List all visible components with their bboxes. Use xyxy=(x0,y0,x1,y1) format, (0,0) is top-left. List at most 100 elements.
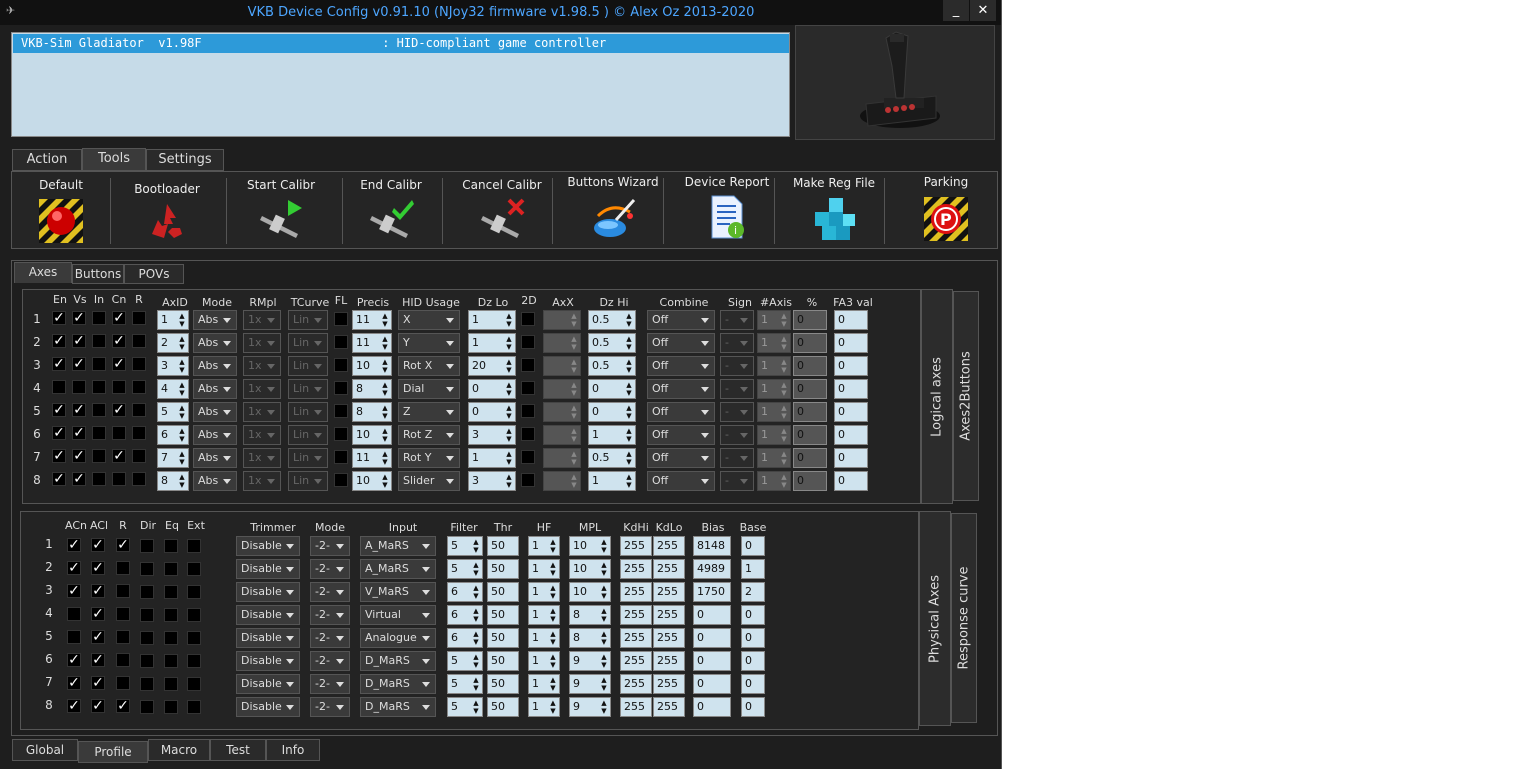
filter-spinner[interactable]: 5 ▲ ▼ xyxy=(447,674,483,694)
spinner-arrows-icon[interactable]: ▲ ▼ xyxy=(625,312,633,328)
axx-spinner[interactable]: ▲ ▼ xyxy=(543,425,581,445)
mode-phys-dropdown[interactable]: -2- xyxy=(310,674,350,694)
ext-checkbox[interactable] xyxy=(187,654,201,668)
spinner-arrows-icon[interactable]: ▲ ▼ xyxy=(178,427,186,443)
checkbox-cn[interactable]: ✓ xyxy=(112,311,126,325)
spinner-arrows-icon[interactable]: ▲ ▼ xyxy=(625,381,633,397)
fl-checkbox[interactable] xyxy=(334,335,348,349)
spinner-arrows-icon[interactable]: ▲ ▼ xyxy=(505,312,513,328)
spinner-arrows-icon[interactable]: ▲ ▼ xyxy=(549,699,557,715)
axx-spinner[interactable]: ▲ ▼ xyxy=(543,402,581,422)
spinner-arrows-icon[interactable]: ▲ ▼ xyxy=(600,561,608,577)
checkbox-in[interactable] xyxy=(92,449,106,463)
checkbox-r-phys[interactable] xyxy=(116,630,130,644)
checkbox-en[interactable]: ✓ xyxy=(52,403,66,417)
checkbox-r[interactable] xyxy=(132,311,146,325)
checkbox-en[interactable]: ✓ xyxy=(52,311,66,325)
eq-checkbox[interactable] xyxy=(164,539,178,553)
tab-response-curve[interactable]: Response curve xyxy=(951,513,977,723)
spinner-arrows-icon[interactable]: ▲ ▼ xyxy=(570,427,578,443)
checkbox-in[interactable] xyxy=(92,357,106,371)
spinner-arrows-icon[interactable]: ▲ ▼ xyxy=(780,312,788,328)
checkbox-in[interactable] xyxy=(92,472,106,486)
cancel-calibr-button[interactable]: Cancel Calibr xyxy=(452,172,552,250)
checkbox-r[interactable] xyxy=(132,334,146,348)
spinner-arrows-icon[interactable]: ▲ ▼ xyxy=(381,335,389,351)
bias-field[interactable]: 0 xyxy=(693,628,731,648)
checkbox-cn[interactable]: ✓ xyxy=(112,403,126,417)
2d-checkbox[interactable] xyxy=(521,404,535,418)
hf-spinner[interactable]: 1 ▲ ▼ xyxy=(528,674,560,694)
axid-spinner[interactable]: 4 ▲ ▼ xyxy=(157,379,189,399)
checkbox-acn[interactable]: ✓ xyxy=(67,699,81,713)
trimmer-dropdown[interactable]: Disable xyxy=(236,605,300,625)
spinner-arrows-icon[interactable]: ▲ ▼ xyxy=(625,427,633,443)
filter-spinner[interactable]: 6 ▲ ▼ xyxy=(447,605,483,625)
checkbox-cn[interactable] xyxy=(112,472,126,486)
spinner-arrows-icon[interactable]: ▲ ▼ xyxy=(570,335,578,351)
dz-lo-spinner[interactable]: 0 ▲ ▼ xyxy=(468,402,516,422)
input-dropdown[interactable]: V_MaRS xyxy=(360,582,436,602)
combine-dropdown[interactable]: Off xyxy=(647,310,715,330)
mode-dropdown[interactable]: Abs xyxy=(193,471,237,491)
spinner-arrows-icon[interactable]: ▲ ▼ xyxy=(780,427,788,443)
spinner-arrows-icon[interactable]: ▲ ▼ xyxy=(472,607,480,623)
fa3-val-field[interactable]: 0 xyxy=(834,379,868,399)
combine-dropdown[interactable]: Off xyxy=(647,471,715,491)
hf-spinner[interactable]: 1 ▲ ▼ xyxy=(528,536,560,556)
hf-spinner[interactable]: 1 ▲ ▼ xyxy=(528,559,560,579)
dz-hi-spinner[interactable]: 1 ▲ ▼ xyxy=(588,471,636,491)
close-button[interactable]: ✕ xyxy=(970,0,996,21)
tab-test[interactable]: Test xyxy=(210,739,266,761)
checkbox-cn[interactable]: ✓ xyxy=(112,449,126,463)
checkbox-acl[interactable]: ✓ xyxy=(91,561,105,575)
checkbox-en[interactable]: ✓ xyxy=(52,449,66,463)
kdhi-field[interactable]: 255 xyxy=(620,605,652,625)
kdhi-field[interactable]: 255 xyxy=(620,628,652,648)
spinner-arrows-icon[interactable]: ▲ ▼ xyxy=(381,358,389,374)
ext-checkbox[interactable] xyxy=(187,585,201,599)
spinner-arrows-icon[interactable]: ▲ ▼ xyxy=(780,473,788,489)
fl-checkbox[interactable] xyxy=(334,450,348,464)
trimmer-dropdown[interactable]: Disable xyxy=(236,582,300,602)
eq-checkbox[interactable] xyxy=(164,562,178,576)
checkbox-en[interactable]: ✓ xyxy=(52,472,66,486)
bias-field[interactable]: 0 xyxy=(693,697,731,717)
eq-checkbox[interactable] xyxy=(164,677,178,691)
dz-lo-spinner[interactable]: 1 ▲ ▼ xyxy=(468,310,516,330)
checkbox-in[interactable] xyxy=(92,426,106,440)
tab-axes2buttons[interactable]: Axes2Buttons xyxy=(953,291,979,501)
dz-hi-spinner[interactable]: 1 ▲ ▼ xyxy=(588,425,636,445)
bias-field[interactable]: 4989 xyxy=(693,559,731,579)
naxis-spinner[interactable]: 1 ▲ ▼ xyxy=(757,310,791,330)
mode-dropdown[interactable]: Abs xyxy=(193,402,237,422)
hf-spinner[interactable]: 1 ▲ ▼ xyxy=(528,651,560,671)
2d-checkbox[interactable] xyxy=(521,381,535,395)
tab-macro[interactable]: Macro xyxy=(148,739,210,761)
base-field[interactable]: 1 xyxy=(741,559,765,579)
dz-hi-spinner[interactable]: 0.5 ▲ ▼ xyxy=(588,448,636,468)
mode-phys-dropdown[interactable]: -2- xyxy=(310,605,350,625)
spinner-arrows-icon[interactable]: ▲ ▼ xyxy=(178,404,186,420)
naxis-spinner[interactable]: 1 ▲ ▼ xyxy=(757,356,791,376)
mpl-spinner[interactable]: 8 ▲ ▼ xyxy=(569,628,611,648)
spinner-arrows-icon[interactable]: ▲ ▼ xyxy=(570,312,578,328)
hid-usage-dropdown[interactable]: Rot Z xyxy=(398,425,460,445)
checkbox-r[interactable] xyxy=(132,403,146,417)
hf-spinner[interactable]: 1 ▲ ▼ xyxy=(528,628,560,648)
mode-phys-dropdown[interactable]: -2- xyxy=(310,559,350,579)
checkbox-r[interactable] xyxy=(132,380,146,394)
spinner-arrows-icon[interactable]: ▲ ▼ xyxy=(549,630,557,646)
spinner-arrows-icon[interactable]: ▲ ▼ xyxy=(600,699,608,715)
checkbox-acl[interactable]: ✓ xyxy=(91,653,105,667)
spinner-arrows-icon[interactable]: ▲ ▼ xyxy=(472,676,480,692)
spinner-arrows-icon[interactable]: ▲ ▼ xyxy=(549,561,557,577)
2d-checkbox[interactable] xyxy=(521,473,535,487)
mode-phys-dropdown[interactable]: -2- xyxy=(310,582,350,602)
checkbox-r[interactable] xyxy=(132,426,146,440)
bias-field[interactable]: 8148 xyxy=(693,536,731,556)
checkbox-acn[interactable]: ✓ xyxy=(67,653,81,667)
tab-global[interactable]: Global xyxy=(12,739,78,761)
checkbox-in[interactable] xyxy=(92,334,106,348)
checkbox-r[interactable] xyxy=(132,357,146,371)
